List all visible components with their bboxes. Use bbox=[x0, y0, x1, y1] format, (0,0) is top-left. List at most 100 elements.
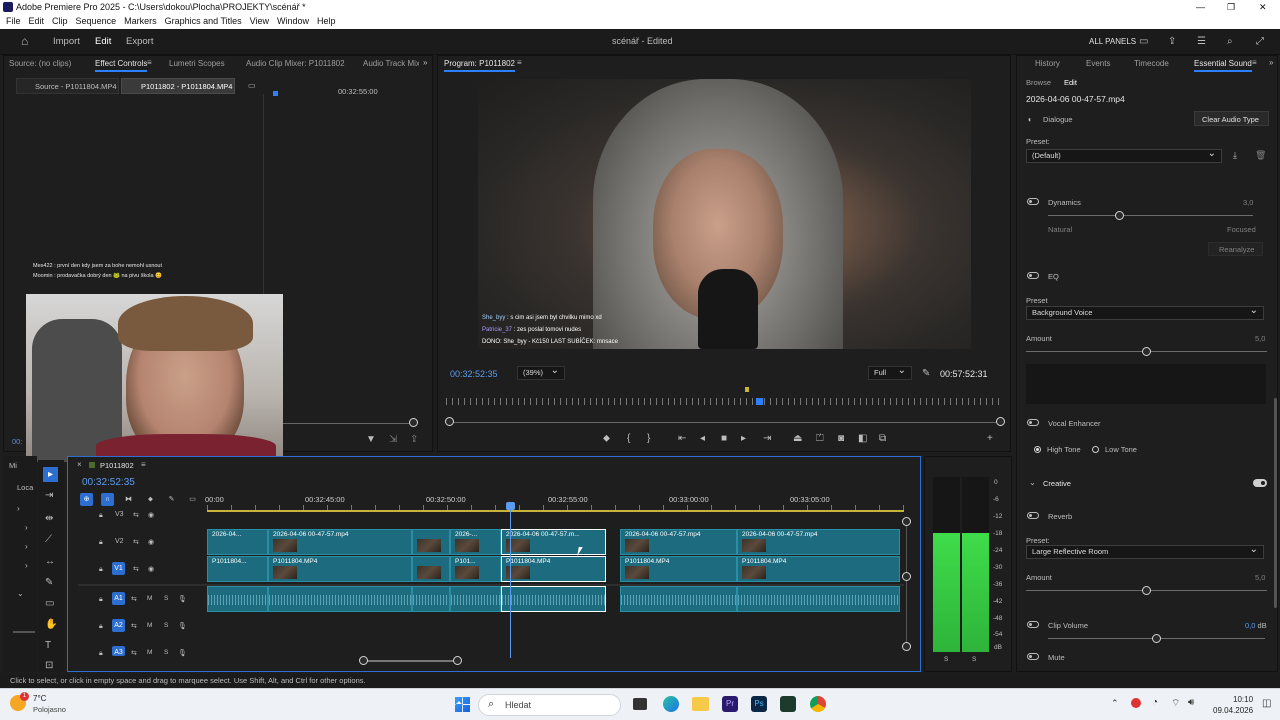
source-clip-tab[interactable]: Source - P1011804.MP4 bbox=[16, 78, 119, 94]
premiere-taskbar-icon[interactable]: Pr bbox=[722, 696, 738, 712]
eq-amount-knob[interactable] bbox=[1142, 347, 1151, 356]
effect-zoom-bar[interactable] bbox=[266, 423, 413, 424]
v1-clip[interactable]: P101... bbox=[450, 556, 501, 582]
effect-zoom-knob[interactable] bbox=[409, 418, 418, 427]
high-tone-radio[interactable] bbox=[1034, 446, 1041, 453]
clear-audio-type-button[interactable]: Clear Audio Type bbox=[1194, 111, 1269, 126]
v2-clip[interactable]: 2026-04-06 00-47-57.mp4 bbox=[737, 529, 900, 555]
track-v3-label[interactable]: V3 bbox=[115, 511, 124, 518]
edge-icon[interactable] bbox=[663, 696, 679, 712]
minimize-button[interactable]: — bbox=[1196, 0, 1205, 14]
sync-icon[interactable]: ⇆ bbox=[131, 649, 137, 659]
work-area-bar[interactable] bbox=[207, 510, 904, 512]
timeline-playhead-line[interactable] bbox=[510, 503, 511, 658]
v2-clip-selected[interactable]: 2026-04-06 00-47-57.m... bbox=[501, 529, 606, 555]
mute-m[interactable]: M bbox=[147, 649, 152, 656]
timeline-vscroll-mid[interactable] bbox=[902, 572, 911, 581]
effect-playhead[interactable] bbox=[273, 91, 278, 96]
v1-clip[interactable]: P1011804.MP4 bbox=[268, 556, 412, 582]
insert-overwrite-icon[interactable]: ⊕ bbox=[80, 493, 93, 506]
panel-layout-icon[interactable]: ▭ bbox=[1139, 37, 1148, 47]
rectangle-tool-icon[interactable]: ▭ bbox=[45, 599, 54, 609]
add-button-icon[interactable]: + bbox=[987, 434, 993, 444]
sync-icon[interactable]: ⇆ bbox=[131, 595, 137, 605]
timeline-scroll-right[interactable] bbox=[453, 656, 462, 665]
hand-tool-icon[interactable]: ✋ bbox=[45, 620, 57, 630]
add-marker-icon[interactable]: ⬥ bbox=[603, 434, 610, 444]
type-tool-icon[interactable]: T bbox=[45, 641, 51, 651]
save-preset-icon[interactable]: ⤓ bbox=[1233, 150, 1237, 160]
timeline-scroll-left[interactable] bbox=[359, 656, 368, 665]
camera-icon[interactable]: ◙ bbox=[838, 434, 844, 444]
resolution-dropdown[interactable]: Full bbox=[868, 365, 912, 380]
comparison-icon[interactable]: ◧ bbox=[858, 434, 867, 444]
tab-audio-track-mixer[interactable]: Audio Track Mixer bbox=[363, 59, 419, 68]
clip-volume-knob[interactable] bbox=[1152, 634, 1161, 643]
lock-icon[interactable]: 🔒︎ bbox=[99, 649, 103, 659]
slip-tool-icon[interactable]: ↔ bbox=[45, 557, 55, 567]
tab-events[interactable]: Events bbox=[1086, 59, 1110, 68]
reverb-amount-knob[interactable] bbox=[1142, 586, 1151, 595]
snap-icon[interactable]: ∩ bbox=[101, 493, 114, 506]
tree-expand-icon-2[interactable]: › bbox=[25, 523, 28, 533]
sequence-menu-icon[interactable]: ≡ bbox=[141, 460, 146, 470]
more-panels-icon[interactable]: » bbox=[423, 58, 427, 68]
mute-m[interactable]: M bbox=[147, 622, 152, 629]
edit-tab[interactable]: Edit bbox=[95, 36, 111, 47]
share-icon[interactable]: ⇪ bbox=[1168, 37, 1176, 47]
tray-network-icon[interactable]: ◔ bbox=[1152, 697, 1158, 708]
sync-icon[interactable]: ⇆ bbox=[133, 538, 139, 548]
track-v2-label[interactable]: V2 bbox=[115, 538, 124, 545]
menu-window[interactable]: Window bbox=[277, 16, 309, 26]
add-marker-tl-icon[interactable]: ⬥ bbox=[144, 493, 157, 506]
fullscreen-icon[interactable]: ⤢ bbox=[1256, 37, 1264, 47]
menu-graphics[interactable]: Graphics and Titles bbox=[165, 16, 242, 26]
lock-icon[interactable]: 🔒︎ bbox=[99, 538, 103, 548]
wifi-icon[interactable]: ⌔ bbox=[1171, 697, 1180, 710]
a1-audio-clip[interactable] bbox=[620, 586, 737, 612]
export-frame-icon[interactable]: ⇲ bbox=[389, 435, 397, 445]
track-a1-label[interactable]: A1 bbox=[112, 592, 125, 605]
mic-icon[interactable]: 🎙︎ bbox=[178, 622, 187, 632]
eye-icon[interactable]: ◉ bbox=[148, 565, 154, 575]
program-zoom-left[interactable] bbox=[445, 417, 454, 426]
mute-m[interactable]: M bbox=[147, 595, 152, 602]
clip-volume-toggle[interactable] bbox=[1027, 621, 1039, 628]
creative-collapse-icon[interactable]: ⌄ bbox=[1029, 478, 1036, 488]
photoshop-taskbar-icon[interactable]: Ps bbox=[751, 696, 767, 712]
home-icon[interactable]: ⌂ bbox=[21, 35, 28, 47]
preset-dropdown[interactable]: (Default) bbox=[1026, 148, 1222, 163]
filter-icon[interactable]: ▼ bbox=[366, 435, 376, 445]
razor-tool-icon[interactable]: ⟋ bbox=[45, 535, 52, 545]
v2-clip[interactable]: 2026-04... bbox=[207, 529, 268, 555]
task-view-icon[interactable] bbox=[633, 698, 647, 710]
menu-markers[interactable]: Markers bbox=[124, 16, 157, 26]
low-tone-radio[interactable] bbox=[1092, 446, 1099, 453]
all-panels-button[interactable]: ALL PANELS bbox=[1089, 37, 1136, 46]
tab-lumetri-scopes[interactable]: Lumetri Scopes bbox=[169, 59, 225, 68]
settings-wrench-icon[interactable]: ✎ bbox=[922, 369, 930, 379]
extract-icon[interactable]: ⏍ bbox=[816, 434, 824, 444]
lock-icon[interactable]: 🔒︎ bbox=[99, 511, 103, 521]
tree-expand-icon-3[interactable]: › bbox=[25, 542, 28, 552]
proxy-icon[interactable]: ⧉ bbox=[879, 434, 886, 444]
taskbar-search-box[interactable]: ⌕ Hledat bbox=[478, 694, 621, 716]
mark-out-icon[interactable]: } bbox=[647, 434, 650, 444]
left-strip-scroll[interactable] bbox=[13, 631, 35, 633]
track-a3-label[interactable]: A3 bbox=[112, 646, 125, 656]
tab-source[interactable]: Source: (no clips) bbox=[9, 59, 71, 68]
v1-clip[interactable] bbox=[412, 556, 450, 582]
timeline-vscroll-bottom[interactable] bbox=[902, 642, 911, 651]
menu-edit[interactable]: Edit bbox=[29, 16, 45, 26]
panel-menu-icon[interactable]: ≡ bbox=[147, 58, 152, 68]
track-v1-label[interactable]: V1 bbox=[112, 562, 125, 575]
essential-scrollbar[interactable] bbox=[1274, 398, 1277, 608]
reverb-preset-dropdown[interactable]: Large Reflective Room bbox=[1026, 544, 1264, 559]
search-icon[interactable]: ⌕ bbox=[1227, 37, 1233, 47]
tab-effect-controls[interactable]: Effect Controls bbox=[95, 59, 148, 72]
v1-clip[interactable]: P1011804.MP4 bbox=[620, 556, 737, 582]
clock-time[interactable]: 10:10 bbox=[1233, 695, 1253, 704]
timeline-settings-icon[interactable]: ✎ bbox=[165, 493, 178, 506]
dynamics-knob[interactable] bbox=[1115, 211, 1125, 220]
delete-preset-icon[interactable]: 🗑 bbox=[1255, 150, 1266, 160]
